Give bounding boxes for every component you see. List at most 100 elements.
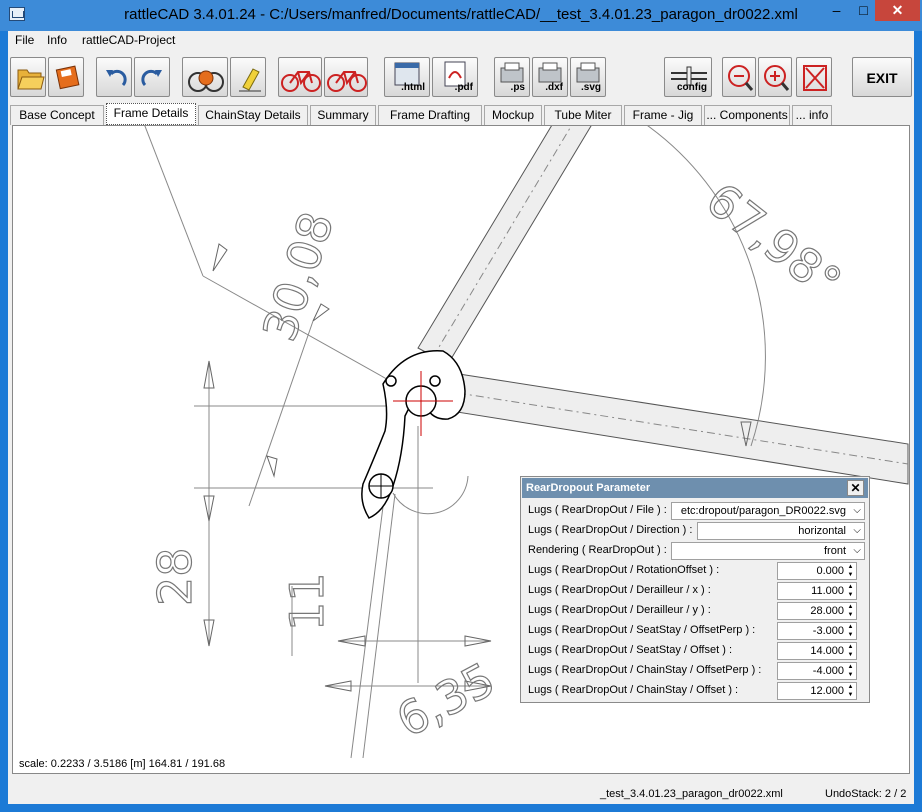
spin-arrows-icon[interactable]: ▲ ▼	[846, 563, 855, 579]
rotation-offset-spinbox[interactable]: 0.000 ▲ ▼	[777, 562, 857, 580]
redo-button[interactable]	[134, 57, 170, 97]
tab-info[interactable]: ... info	[792, 105, 832, 125]
spin-value: 28.000	[810, 605, 844, 617]
param-row-seatstay-offsetperp: Lugs ( RearDropOut / SeatStay / OffsetPe…	[521, 621, 869, 641]
direction-select[interactable]: horizontal ⌵	[697, 522, 865, 540]
spin-value: 0.000	[816, 565, 844, 577]
param-row-chainstay-offset: Lugs ( RearDropOut / ChainStay / Offset …	[521, 681, 869, 701]
select-value: etc:dropout/paragon_DR0022.svg	[680, 505, 846, 517]
close-window-button[interactable]: ✕	[875, 0, 920, 21]
export-ps-button[interactable]: .ps	[494, 57, 530, 97]
rendering-select[interactable]: front ⌵	[671, 542, 865, 560]
rear-dropout	[361, 350, 466, 519]
spin-arrows-icon[interactable]: ▲ ▼	[846, 583, 855, 599]
zoom-out-button[interactable]	[722, 57, 756, 97]
tab-bar: Base Concept Frame Details ChainStay Det…	[8, 103, 914, 125]
tab-components[interactable]: ... Components	[704, 105, 790, 125]
exit-button[interactable]: EXIT	[852, 57, 912, 97]
tab-chainstay-details[interactable]: ChainStay Details	[198, 105, 308, 125]
fit-view-icon	[803, 65, 827, 91]
panel-close-button[interactable]: ✕	[847, 480, 864, 496]
tab-mockup[interactable]: Mockup	[484, 105, 542, 125]
render-button[interactable]	[182, 57, 228, 97]
reardropout-parameter-panel: RearDropout Parameter ✕ Lugs ( RearDropO…	[520, 476, 870, 703]
redo-icon	[141, 69, 162, 87]
render-icon	[188, 70, 224, 92]
spin-arrows-icon[interactable]: ▲ ▼	[846, 603, 855, 619]
param-label: Lugs ( RearDropOut / File ) :	[528, 504, 667, 516]
bike-red-icon	[281, 71, 321, 92]
chevron-down-icon: ⌵	[853, 505, 861, 516]
zoom-in-button[interactable]	[758, 57, 792, 97]
eraser-icon	[239, 68, 261, 92]
spin-arrows-icon[interactable]: ▲ ▼	[846, 623, 855, 639]
chainstay-offset-spinbox[interactable]: 12.000 ▲ ▼	[777, 682, 857, 700]
param-row-chainstay-offsetperp: Lugs ( RearDropOut / ChainStay / OffsetP…	[521, 661, 869, 681]
spin-value: 12.000	[810, 685, 844, 697]
bike-view-2-button[interactable]	[324, 57, 368, 97]
config-button[interactable]: config	[664, 57, 712, 97]
toolbar: .html .pdf .ps .dxf .svg config EXIT	[8, 53, 914, 101]
export-dxf-button[interactable]: .dxf	[532, 57, 568, 97]
app-window: rattleCAD 3.4.01.24 - C:/Users/manfred/D…	[0, 0, 922, 812]
tab-tube-miter[interactable]: Tube Miter	[544, 105, 622, 125]
title-bar[interactable]: rattleCAD 3.4.01.24 - C:/Users/manfred/D…	[0, 0, 922, 31]
param-row-direction: Lugs ( RearDropOut / Direction ) : horiz…	[521, 521, 869, 541]
export-pdf-button[interactable]: .pdf	[432, 57, 478, 97]
minimize-button[interactable]: –	[823, 0, 850, 21]
bike-red-2-icon	[327, 71, 367, 92]
param-label: Lugs ( RearDropOut / ChainStay / Offset …	[528, 684, 739, 696]
panel-title-text: RearDropout Parameter	[526, 482, 651, 494]
bike-view-button[interactable]	[278, 57, 322, 97]
dim-6-35: 6,35	[388, 652, 504, 748]
menu-file[interactable]: File	[15, 33, 34, 47]
zoom-in-icon	[764, 65, 790, 91]
tab-frame-drafting[interactable]: Frame Drafting	[378, 105, 482, 125]
panel-title[interactable]: RearDropout Parameter ✕	[522, 478, 868, 498]
tab-frame-details[interactable]: Frame Details	[106, 103, 196, 125]
open-folder-icon	[17, 69, 45, 90]
undo-button[interactable]	[96, 57, 132, 97]
spin-value: 11.000	[811, 585, 844, 597]
select-value: front	[823, 545, 846, 557]
tab-base-concept[interactable]: Base Concept	[10, 105, 104, 125]
spin-arrows-icon[interactable]: ▲ ▼	[846, 643, 855, 659]
tab-frame-jig[interactable]: Frame - Jig	[624, 105, 702, 125]
exit-label: EXIT	[866, 70, 898, 86]
maximize-button[interactable]: □	[850, 0, 877, 21]
export-html-button[interactable]: .html	[384, 57, 430, 97]
pdf-label: .pdf	[454, 82, 473, 93]
spin-value: -4.000	[812, 665, 844, 677]
eraser-button[interactable]	[230, 57, 266, 97]
status-filename: _test_3.4.01.23_paragon_dr0022.xml	[600, 788, 783, 800]
window-title: rattleCAD 3.4.01.24 - C:/Users/manfred/D…	[124, 6, 798, 23]
save-icon	[55, 65, 80, 90]
param-row-derailleur-y: Lugs ( RearDropOut / Derailleur / y ) : …	[521, 601, 869, 621]
menu-rattlecad-project[interactable]: rattleCAD-Project	[82, 33, 175, 47]
open-button[interactable]	[10, 57, 46, 97]
derailleur-x-spinbox[interactable]: 11.000 ▲ ▼	[777, 582, 857, 600]
chevron-down-icon: ⌵	[853, 545, 861, 556]
seatstay-offsetperp-spinbox[interactable]: -3.000 ▲ ▼	[777, 622, 857, 640]
param-label: Lugs ( RearDropOut / ChainStay / OffsetP…	[528, 664, 762, 676]
spin-arrows-icon[interactable]: ▲ ▼	[846, 683, 855, 699]
param-label: Lugs ( RearDropOut / SeatStay / OffsetPe…	[528, 624, 756, 636]
param-label: Lugs ( RearDropOut / SeatStay / Offset )…	[528, 644, 732, 656]
dim-30-08: 30,08	[252, 205, 344, 347]
svg-label: .svg	[580, 82, 601, 93]
param-label: Lugs ( RearDropOut / Derailleur / y ) :	[528, 604, 711, 616]
menu-info[interactable]: Info	[47, 33, 67, 47]
chain-stay-tube	[456, 373, 909, 485]
fit-view-button[interactable]	[796, 57, 832, 97]
dropout-file-select[interactable]: etc:dropout/paragon_DR0022.svg ⌵	[671, 502, 865, 520]
derailleur-y-spinbox[interactable]: 28.000 ▲ ▼	[777, 602, 857, 620]
export-svg-button[interactable]: .svg	[570, 57, 606, 97]
param-label: Lugs ( RearDropOut / RotationOffset ) :	[528, 564, 720, 576]
seatstay-offset-spinbox[interactable]: 14.000 ▲ ▼	[777, 642, 857, 660]
spin-value: -3.000	[812, 625, 844, 637]
tab-summary[interactable]: Summary	[310, 105, 376, 125]
save-button[interactable]	[48, 57, 84, 97]
spin-arrows-icon[interactable]: ▲ ▼	[846, 663, 855, 679]
chainstay-offsetperp-spinbox[interactable]: -4.000 ▲ ▼	[777, 662, 857, 680]
param-row-derailleur-x: Lugs ( RearDropOut / Derailleur / x ) : …	[521, 581, 869, 601]
